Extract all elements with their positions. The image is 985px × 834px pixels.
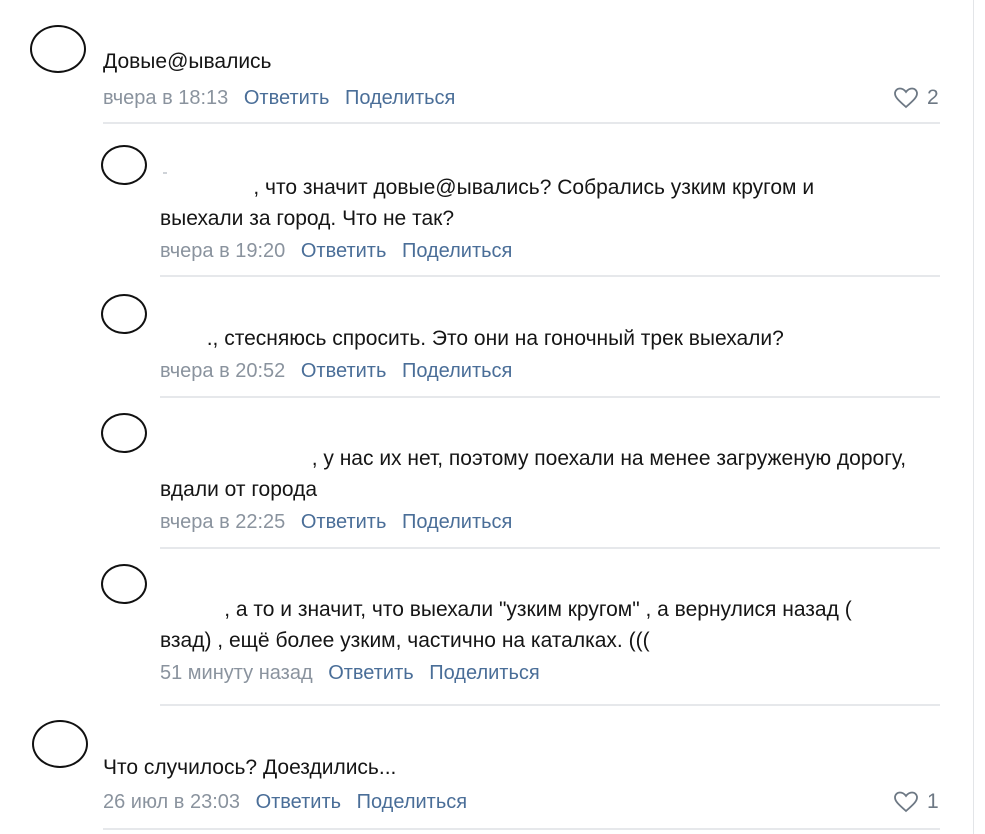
share-button[interactable]: Поделиться bbox=[345, 87, 455, 109]
avatar[interactable] bbox=[101, 564, 147, 604]
comment-meta: вчера в 18:13 Ответить Поделиться bbox=[103, 85, 465, 111]
like-count: 1 bbox=[927, 790, 939, 813]
comment-time: вчера в 19:20 bbox=[160, 240, 286, 262]
reply-button[interactable]: Ответить bbox=[301, 360, 387, 382]
separator bbox=[160, 547, 940, 549]
comment-text: , что значит довые@ывались? Собрались уз… bbox=[160, 176, 815, 230]
avatar[interactable] bbox=[101, 413, 147, 453]
like-button[interactable]: 2 bbox=[893, 85, 939, 111]
comment-time: 51 минуту назад bbox=[160, 662, 313, 684]
comment-time: вчера в 20:52 bbox=[160, 360, 286, 382]
avatar[interactable] bbox=[101, 294, 147, 334]
comment-text: , а то и значит, что выехали "узким круг… bbox=[160, 598, 852, 652]
avatar[interactable] bbox=[30, 25, 86, 73]
right-border bbox=[973, 0, 974, 834]
separator bbox=[160, 275, 940, 277]
reply-button[interactable]: Ответить bbox=[244, 87, 330, 109]
comments-page: Довые@ывались вчера в 18:13 Ответить Под… bbox=[0, 0, 985, 834]
heart-outline-icon bbox=[894, 791, 918, 813]
separator bbox=[103, 122, 940, 124]
share-button[interactable]: Поделиться bbox=[402, 240, 512, 262]
separator bbox=[160, 396, 940, 398]
comment-time: вчера в 22:25 bbox=[160, 511, 286, 533]
comment-text: ., стесняюсь спросить. Это они на гоночн… bbox=[160, 327, 784, 350]
share-button[interactable]: Поделиться bbox=[402, 360, 512, 382]
like-button[interactable]: 1 bbox=[893, 789, 939, 815]
share-button[interactable]: Поделиться bbox=[429, 662, 539, 684]
reply-button[interactable]: Ответить bbox=[328, 662, 414, 684]
reply-button[interactable]: Ответить bbox=[256, 791, 342, 813]
comment-meta: вчера в 20:52 Ответить Поделиться bbox=[160, 358, 522, 384]
comment-meta: вчера в 19:20 Ответить Поделиться bbox=[160, 238, 522, 264]
comment-text: Довые@ывались bbox=[103, 50, 272, 73]
comment-time: 26 июл в 23:03 bbox=[103, 791, 240, 813]
avatar[interactable] bbox=[32, 720, 88, 768]
like-count: 2 bbox=[927, 86, 939, 109]
comment-meta: 26 июл в 23:03 Ответить Поделиться bbox=[103, 789, 477, 815]
separator bbox=[160, 704, 940, 706]
heart-outline-icon bbox=[894, 87, 918, 109]
avatar[interactable] bbox=[101, 145, 147, 185]
separator bbox=[103, 828, 940, 830]
reply-button[interactable]: Ответить bbox=[301, 511, 387, 533]
comment-time: вчера в 18:13 bbox=[103, 87, 229, 109]
comment-meta: 51 минуту назад Ответить Поделиться bbox=[160, 660, 550, 686]
reply-button[interactable]: Ответить bbox=[301, 240, 387, 262]
share-button[interactable]: Поделиться bbox=[402, 511, 512, 533]
comment-text: Что случилось? Доездились... bbox=[103, 756, 397, 779]
comment-meta: вчера в 22:25 Ответить Поделиться bbox=[160, 509, 522, 535]
comment-text: , у нас их нет, поэтому поехали на менее… bbox=[160, 447, 907, 501]
share-button[interactable]: Поделиться bbox=[357, 791, 467, 813]
